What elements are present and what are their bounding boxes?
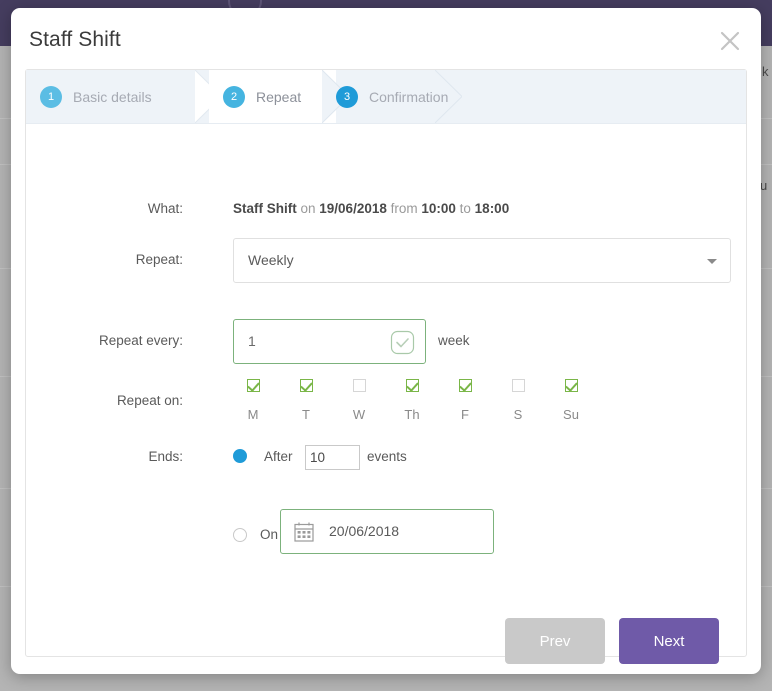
day-checkbox[interactable]	[511, 379, 525, 392]
repeat-every-field[interactable]	[233, 319, 426, 364]
repeat-frequency-value: Weekly	[248, 252, 294, 268]
day-checkbox[interactable]	[352, 379, 366, 392]
ends-on-date-field[interactable]	[280, 509, 494, 554]
step-number: 1	[40, 85, 62, 108]
check-circle-icon	[390, 330, 415, 355]
day-checkbox[interactable]	[246, 379, 260, 392]
step-basic-details[interactable]: 1 Basic details	[26, 70, 209, 123]
step-number: 3	[336, 85, 358, 108]
ends-after-radio[interactable]	[233, 449, 247, 463]
day-checkbox[interactable]	[458, 379, 472, 392]
step-label: Confirmation	[369, 88, 449, 105]
repeat-on-days: M T W Th F S Su	[233, 379, 653, 439]
repeat-every-unit-label: week	[438, 333, 470, 348]
day-toggle-tuesday[interactable]: T	[286, 379, 326, 422]
what-date: 19/06/2018	[319, 201, 387, 216]
day-checkbox[interactable]	[564, 379, 578, 392]
ends-after-label: After	[264, 449, 293, 464]
ends-after-count-input[interactable]	[310, 450, 354, 465]
day-label: F	[461, 407, 469, 422]
repeat-frequency-select[interactable]: Weekly	[233, 238, 731, 283]
background-text-fragment: k	[762, 64, 769, 79]
what-end-time: 18:00	[474, 201, 510, 216]
day-toggle-saturday[interactable]: S	[498, 379, 538, 422]
day-toggle-wednesday[interactable]: W	[339, 379, 379, 422]
ends-label: Ends:	[148, 449, 183, 464]
staff-shift-modal: Staff Shift 1 Basic details 2 Repeat 3 C…	[11, 8, 761, 674]
day-label: W	[352, 407, 366, 422]
what-on-word: on	[296, 201, 320, 216]
repeat-label: Repeat:	[135, 252, 183, 267]
step-confirmation[interactable]: 3 Confirmation	[322, 70, 482, 123]
chevron-down-icon	[707, 259, 717, 264]
wizard-stepper: 1 Basic details 2 Repeat 3 Confirmation	[26, 70, 746, 124]
prev-button[interactable]: Prev	[505, 618, 605, 664]
close-icon[interactable]	[713, 24, 747, 58]
step-repeat[interactable]: 2 Repeat	[209, 70, 336, 123]
modal-header: Staff Shift	[11, 8, 761, 66]
day-label: T	[302, 407, 310, 422]
day-label: M	[247, 407, 259, 422]
day-checkbox[interactable]	[299, 379, 313, 392]
next-button[interactable]: Next	[619, 618, 719, 664]
day-label: S	[513, 407, 523, 422]
ends-events-label: events	[367, 449, 407, 464]
step-label: Repeat	[256, 88, 302, 105]
what-label: What:	[147, 201, 183, 216]
day-toggle-friday[interactable]: F	[445, 379, 485, 422]
ends-after-count-field[interactable]	[305, 445, 360, 470]
day-label: Th	[404, 407, 420, 422]
repeat-form: What: Staff Shift on 19/06/2018 from 10:…	[26, 124, 746, 664]
what-start-time: 10:00	[421, 201, 456, 216]
day-toggle-thursday[interactable]: Th	[392, 379, 432, 422]
repeat-on-label: Repeat on:	[116, 393, 183, 408]
repeat-every-label: Repeat every:	[98, 333, 183, 348]
calendar-icon[interactable]	[293, 521, 315, 543]
day-label: Su	[563, 407, 579, 422]
day-toggle-monday[interactable]: M	[233, 379, 273, 422]
page-title: Staff Shift	[29, 28, 121, 51]
wizard-panel: 1 Basic details 2 Repeat 3 Confirmation	[25, 69, 747, 664]
what-to-word: to	[455, 201, 475, 216]
what-event-name: Staff Shift	[233, 201, 297, 216]
background-text-fragment: u	[760, 178, 768, 193]
what-summary: Staff Shift on 19/06/2018 from 10:00 to …	[233, 201, 509, 216]
what-from-word: from	[386, 201, 422, 216]
step-number: 2	[223, 85, 245, 108]
ends-on-label: On	[260, 527, 279, 542]
repeat-every-input[interactable]	[248, 333, 368, 349]
step-label: Basic details	[73, 88, 152, 105]
ends-on-radio[interactable]	[233, 528, 247, 542]
ends-on-date-input[interactable]	[329, 523, 479, 539]
day-checkbox[interactable]	[405, 379, 419, 392]
day-toggle-sunday[interactable]: Su	[551, 379, 591, 422]
